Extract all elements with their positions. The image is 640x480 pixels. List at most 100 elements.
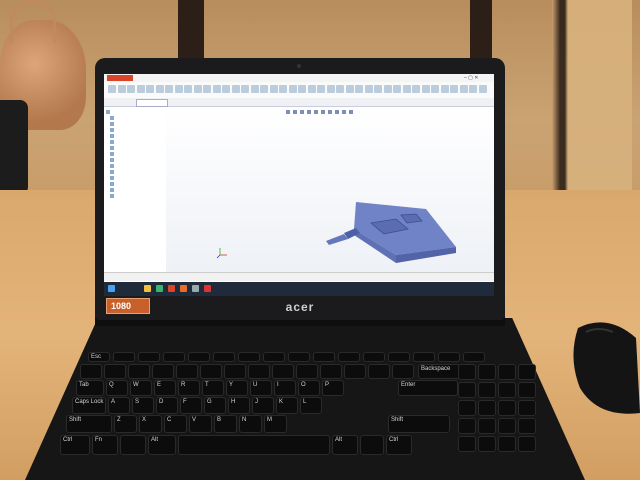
ribbon-tool-icon[interactable] bbox=[260, 85, 268, 93]
feature-tree-item[interactable] bbox=[110, 170, 116, 175]
keyboard-key[interactable] bbox=[518, 382, 536, 398]
keyboard-key[interactable]: N bbox=[239, 415, 262, 433]
keyboard-key[interactable]: Alt bbox=[148, 435, 176, 455]
keyboard-key[interactable]: M bbox=[264, 415, 287, 433]
ribbon-tool-icon[interactable] bbox=[165, 85, 173, 93]
keyboard-key[interactable] bbox=[152, 364, 174, 379]
feature-tree-item[interactable] bbox=[110, 158, 116, 163]
ribbon-tool-icon[interactable] bbox=[402, 85, 411, 93]
keyboard-key[interactable] bbox=[458, 382, 476, 398]
keyboard-key[interactable] bbox=[458, 418, 476, 434]
taskbar-app-icon[interactable] bbox=[204, 285, 211, 292]
keyboard-key[interactable] bbox=[498, 400, 516, 416]
heads-up-toolbar[interactable] bbox=[286, 109, 406, 115]
keyboard-key[interactable]: T bbox=[202, 380, 224, 396]
keyboard-key[interactable]: Ctrl bbox=[386, 435, 412, 455]
3d-model-part[interactable] bbox=[326, 197, 456, 277]
file-explorer-icon[interactable] bbox=[144, 285, 151, 292]
ribbon-tool-icon[interactable] bbox=[193, 85, 202, 93]
ribbon-tool-icon[interactable] bbox=[174, 85, 183, 93]
keyboard-key[interactable] bbox=[178, 435, 330, 455]
keyboard-key[interactable] bbox=[478, 400, 496, 416]
keyboard-key[interactable] bbox=[344, 364, 366, 379]
keyboard-key[interactable] bbox=[518, 436, 536, 452]
graphics-viewport[interactable] bbox=[166, 107, 494, 272]
keyboard-key[interactable]: Fn bbox=[92, 435, 118, 455]
ribbon-tool-icon[interactable] bbox=[288, 85, 297, 93]
keyboard-key[interactable] bbox=[213, 352, 235, 362]
keyboard-key[interactable]: E bbox=[154, 380, 176, 396]
keyboard-key[interactable]: Shift bbox=[66, 415, 112, 433]
ribbon-tool-icon[interactable] bbox=[241, 85, 249, 93]
ribbon-tool-icon[interactable] bbox=[117, 85, 126, 93]
feature-tree-item[interactable] bbox=[110, 182, 116, 187]
keyboard-key[interactable]: V bbox=[189, 415, 212, 433]
keyboard-key[interactable]: X bbox=[139, 415, 162, 433]
chrome-icon[interactable] bbox=[156, 285, 163, 292]
keyboard-key[interactable] bbox=[518, 364, 536, 380]
ribbon-tool-icon[interactable] bbox=[345, 85, 354, 93]
ribbon-tool-icon[interactable] bbox=[383, 85, 392, 93]
keyboard-key[interactable] bbox=[104, 364, 126, 379]
keyboard-key[interactable] bbox=[478, 382, 496, 398]
keyboard-key[interactable] bbox=[368, 364, 390, 379]
keyboard-key[interactable]: W bbox=[130, 380, 152, 396]
ribbon-tool-icon[interactable] bbox=[184, 85, 192, 93]
ribbon-tool-icon[interactable] bbox=[155, 85, 164, 93]
ribbon-tool-icon[interactable] bbox=[222, 85, 230, 93]
ribbon-tool-icon[interactable] bbox=[298, 85, 306, 93]
keyboard-key[interactable] bbox=[518, 418, 536, 434]
keyboard-key[interactable]: J bbox=[252, 397, 274, 414]
ribbon-tool-icon[interactable] bbox=[469, 85, 477, 93]
ribbon-tool-icon[interactable] bbox=[364, 85, 373, 93]
keyboard-key[interactable]: Tab bbox=[76, 380, 104, 396]
keyboard-key[interactable] bbox=[338, 352, 360, 362]
keyboard-key[interactable] bbox=[498, 418, 516, 434]
keyboard-key[interactable] bbox=[128, 364, 150, 379]
feature-tree-item[interactable] bbox=[110, 188, 116, 193]
keyboard-key[interactable]: P bbox=[322, 380, 344, 396]
keyboard-key[interactable] bbox=[224, 364, 246, 379]
keyboard-key[interactable] bbox=[296, 364, 318, 379]
ribbon-tool-icon[interactable] bbox=[250, 85, 259, 93]
ribbon-tool-icon[interactable] bbox=[212, 85, 221, 93]
command-tab[interactable] bbox=[346, 99, 376, 105]
keyboard-key[interactable]: F bbox=[180, 397, 202, 414]
keyboard-key[interactable] bbox=[120, 435, 146, 455]
keyboard-key[interactable] bbox=[163, 352, 185, 362]
keyboard-key[interactable] bbox=[498, 436, 516, 452]
ribbon-tool-icon[interactable] bbox=[307, 85, 316, 93]
keyboard-key[interactable] bbox=[138, 352, 160, 362]
keyboard-key[interactable]: C bbox=[164, 415, 187, 433]
keyboard-key[interactable]: Y bbox=[226, 380, 248, 396]
feature-tree-item[interactable] bbox=[110, 152, 116, 157]
ribbon-tool-icon[interactable] bbox=[431, 85, 439, 93]
keyboard-key[interactable] bbox=[360, 435, 384, 455]
bottom-tab[interactable] bbox=[158, 274, 182, 280]
keyboard-key[interactable] bbox=[388, 352, 410, 362]
ribbon-tool-icon[interactable] bbox=[269, 85, 278, 93]
bottom-tab[interactable] bbox=[182, 274, 206, 280]
feature-tree-item[interactable] bbox=[110, 134, 116, 139]
ribbon-tool-icon[interactable] bbox=[421, 85, 430, 93]
command-tab[interactable] bbox=[376, 99, 406, 105]
keyboard-key[interactable] bbox=[413, 352, 435, 362]
taskbar-clock[interactable] bbox=[440, 284, 470, 294]
ribbon-tool-icon[interactable] bbox=[412, 85, 420, 93]
keyboard-key[interactable]: Caps Lock bbox=[72, 397, 106, 414]
ribbon-tool-icon[interactable] bbox=[326, 85, 335, 93]
ribbon-tool-icon[interactable] bbox=[136, 85, 145, 93]
keyboard-key[interactable] bbox=[458, 400, 476, 416]
keyboard-key[interactable]: D bbox=[156, 397, 178, 414]
keyboard-key[interactable]: G bbox=[204, 397, 226, 414]
feature-tree-item[interactable] bbox=[110, 146, 116, 151]
keyboard-key[interactable]: Q bbox=[106, 380, 128, 396]
keyboard[interactable]: Esc Backspace Tab Q W E R T Y U I O P Enter Caps Lock A… bbox=[58, 352, 536, 472]
keyboard-key[interactable]: B bbox=[214, 415, 237, 433]
keyboard-key[interactable]: Ctrl bbox=[60, 435, 90, 455]
ribbon-tool-icon[interactable] bbox=[317, 85, 325, 93]
keyboard-key[interactable]: A bbox=[108, 397, 130, 414]
keyboard-key[interactable] bbox=[478, 364, 496, 380]
keyboard-key[interactable] bbox=[113, 352, 135, 362]
keyboard-key[interactable] bbox=[320, 364, 342, 379]
